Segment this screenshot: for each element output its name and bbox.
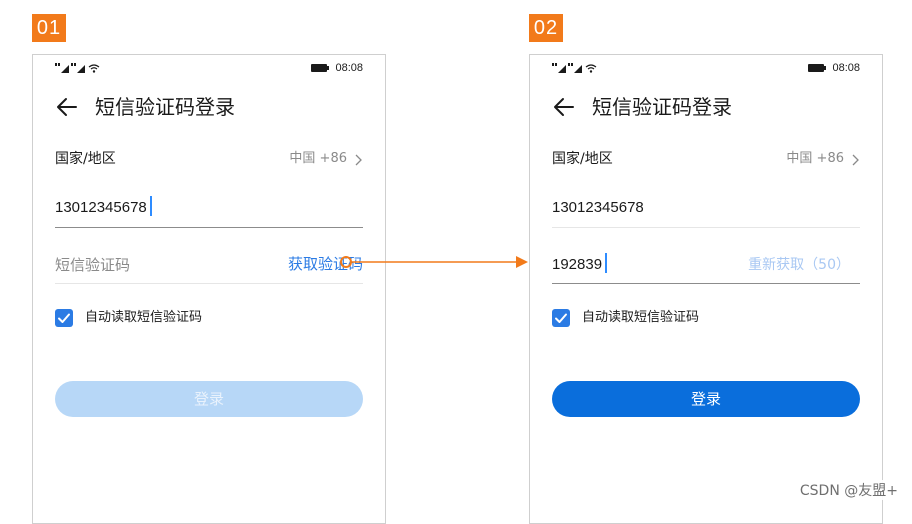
auto-read-checkbox[interactable] [55, 309, 73, 327]
text-caret [149, 196, 152, 217]
arrow-right-icon [352, 256, 528, 268]
login-button[interactable]: 登录 [552, 381, 860, 417]
resend-countdown: 重新获取（50） [748, 257, 850, 273]
region-label: 国家/地区 [552, 151, 613, 167]
phone-number-value: 13012345678 [55, 194, 152, 222]
checkmark-icon [555, 313, 567, 323]
sms-code-input[interactable]: 短信验证码 获取验证码 [55, 251, 363, 279]
status-bar: 08:08 [552, 61, 860, 75]
phone-input-underline [552, 227, 860, 228]
sms-code-value: 192839 [552, 251, 608, 279]
region-row[interactable]: 国家/地区 中国 +86 [552, 145, 860, 173]
phone-screen-step-1: 08:08 短信验证码登录 国家/地区 中国 +86 13012345678 短… [32, 54, 386, 524]
phone-input[interactable]: 13012345678 [55, 194, 363, 222]
page-title: 短信验证码登录 [95, 95, 235, 119]
battery-icon [808, 64, 826, 72]
chevron-right-icon [852, 154, 859, 166]
auto-read-label: 自动读取短信验证码 [582, 310, 700, 325]
checkmark-icon [58, 313, 70, 323]
status-time: 08:08 [335, 62, 363, 74]
watermark: CSDN @友盟+ [797, 480, 900, 500]
phone-input-underline [55, 227, 363, 228]
phone-screen-step-2: 08:08 短信验证码登录 国家/地区 中国 +86 13012345678 1… [529, 54, 883, 524]
phone-number-value: 13012345678 [552, 199, 644, 216]
page-title: 短信验证码登录 [592, 95, 732, 119]
region-label: 国家/地区 [55, 151, 116, 167]
status-bar: 08:08 [55, 61, 363, 75]
auto-read-label: 自动读取短信验证码 [85, 310, 203, 325]
back-arrow-icon[interactable] [552, 95, 576, 119]
sms-code-placeholder: 短信验证码 [55, 256, 131, 274]
phone-input[interactable]: 13012345678 [552, 194, 860, 222]
step-badge-1: 01 [32, 14, 66, 42]
sms-code-underline [55, 283, 363, 284]
text-caret [605, 253, 608, 274]
step-badge-2: 02 [529, 14, 563, 42]
login-button[interactable]: 登录 [55, 381, 363, 417]
region-value: 中国 +86 [786, 151, 844, 166]
signal-icon [55, 63, 100, 73]
sms-code-underline [552, 283, 860, 284]
back-arrow-icon[interactable] [55, 95, 79, 119]
status-time: 08:08 [832, 62, 860, 74]
phone-number-text: 13012345678 [55, 199, 147, 216]
auto-read-checkbox[interactable] [552, 309, 570, 327]
region-value: 中国 +86 [289, 151, 347, 166]
sms-code-input[interactable]: 192839 重新获取（50） [552, 251, 860, 279]
signal-icon [552, 63, 597, 73]
chevron-right-icon [355, 154, 362, 166]
region-row[interactable]: 国家/地区 中国 +86 [55, 145, 363, 173]
sms-code-text: 192839 [552, 256, 603, 273]
battery-icon [311, 64, 329, 72]
